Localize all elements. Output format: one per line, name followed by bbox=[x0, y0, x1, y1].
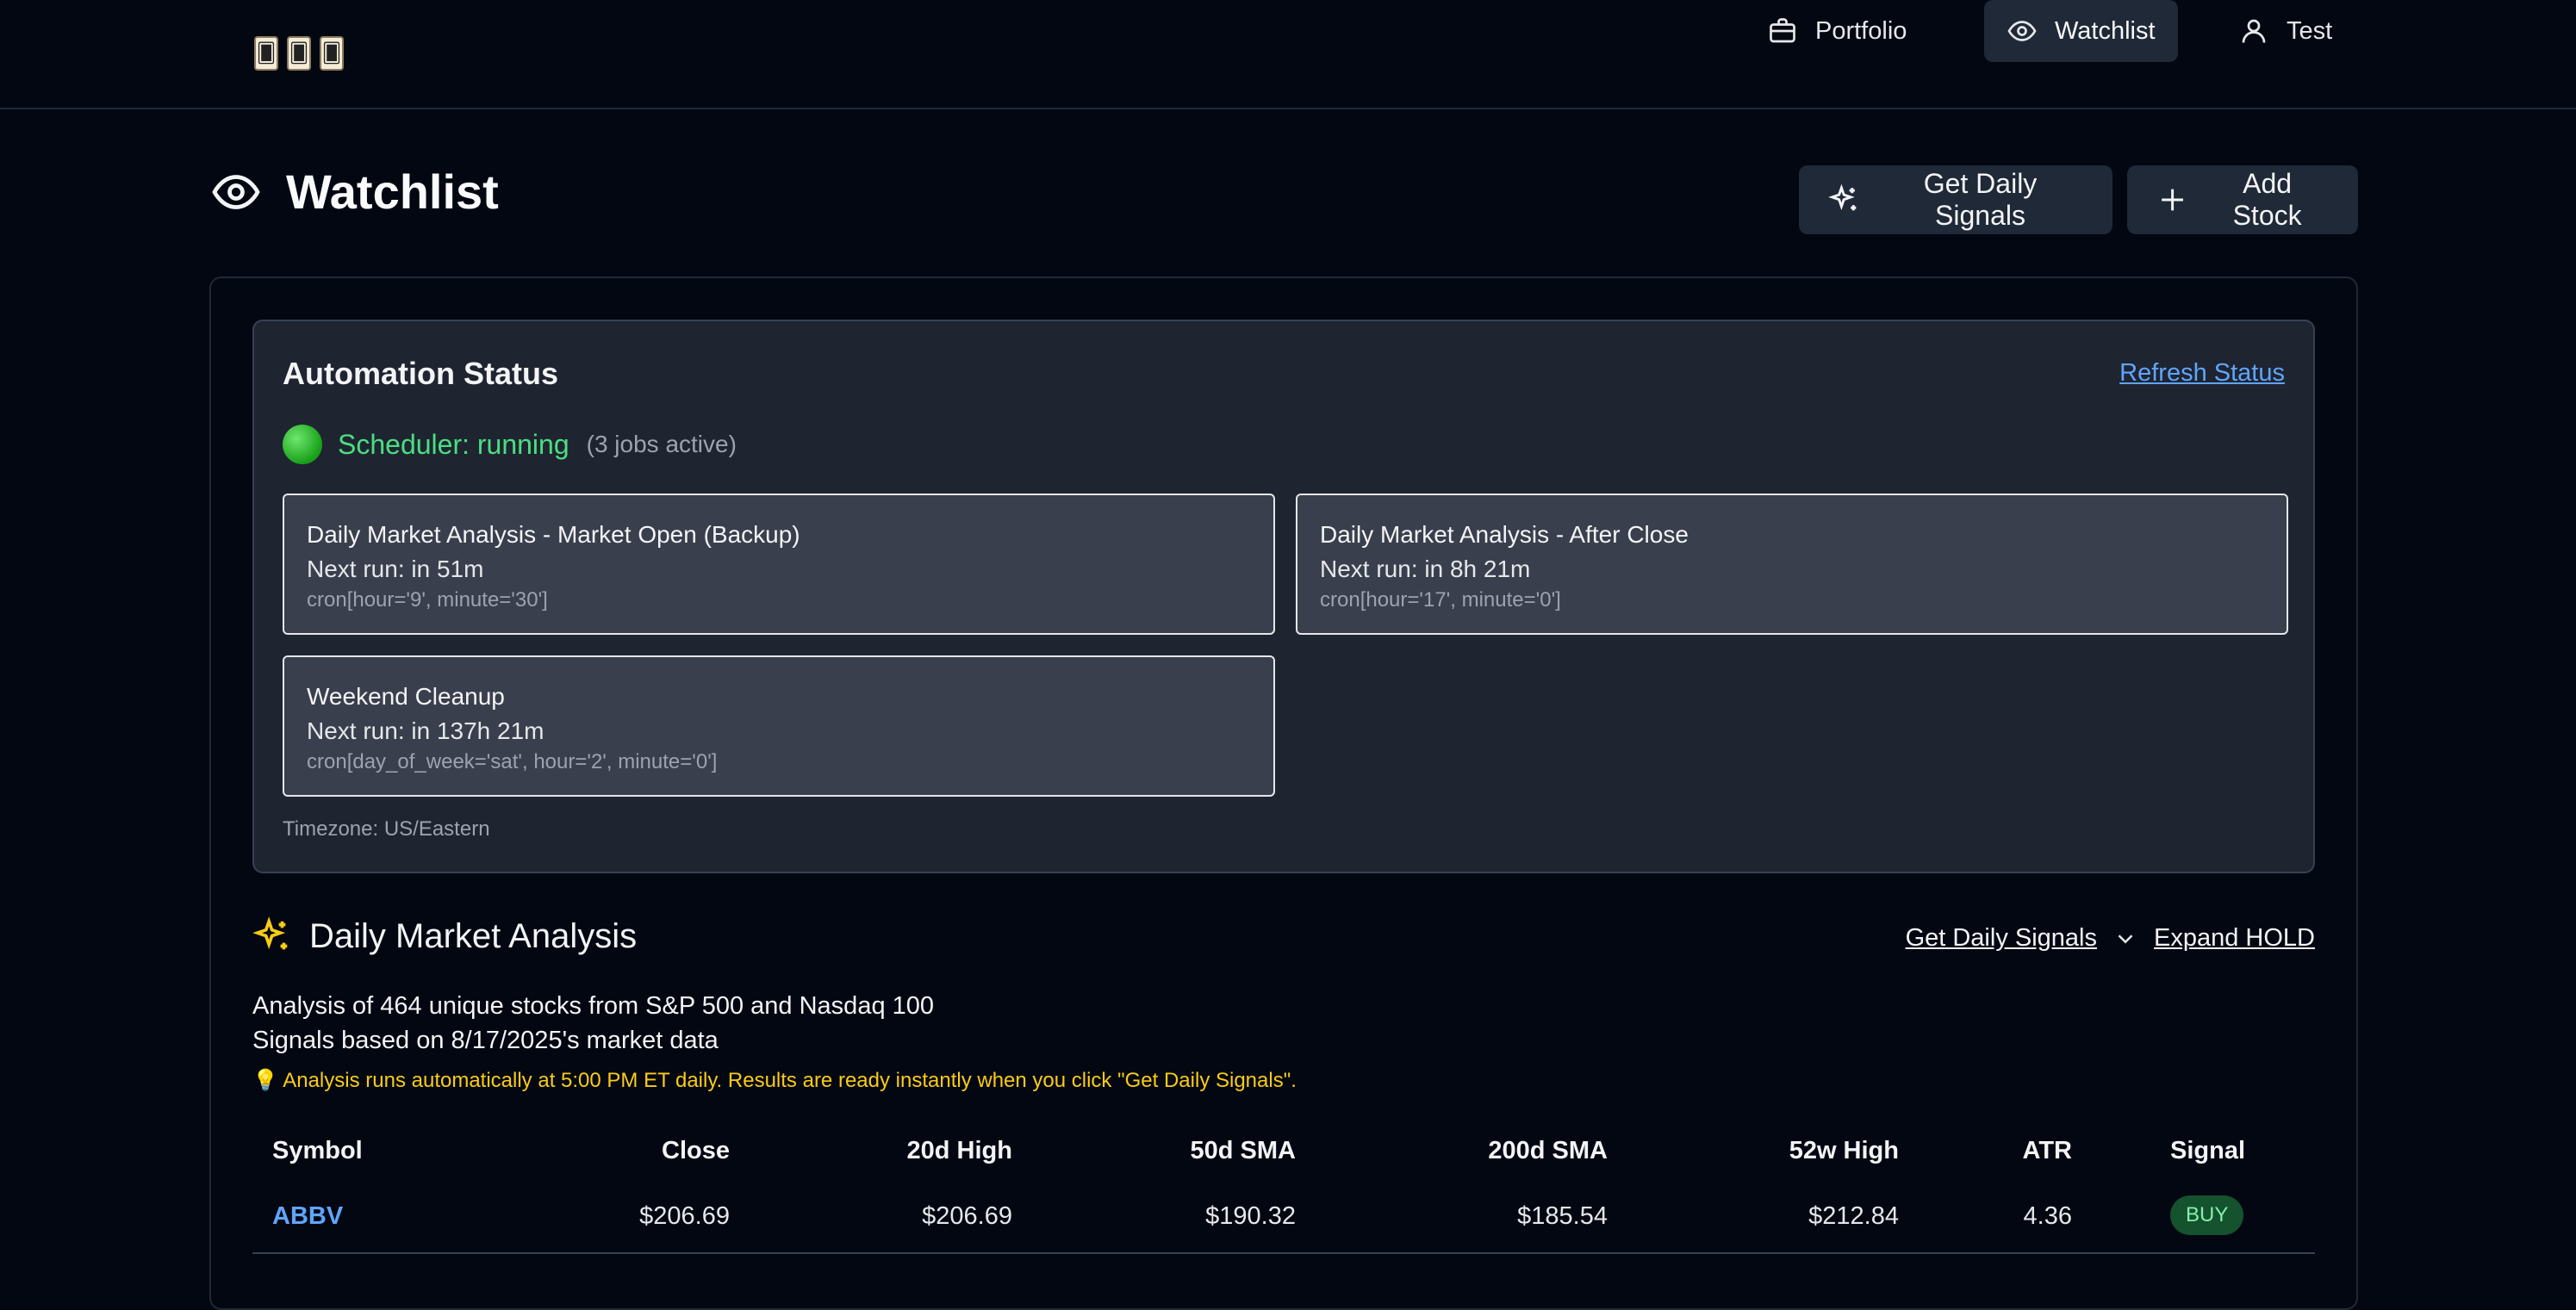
automation-status-panel: Automation Status Refresh Status Schedul… bbox=[252, 320, 2315, 873]
scheduler-status: Scheduler: running (3 jobs active) bbox=[283, 425, 737, 464]
cell-52w-high: $212.84 bbox=[1808, 1202, 1899, 1230]
scheduler-status-text: Scheduler: running bbox=[338, 428, 569, 460]
column-header-200d-sma[interactable]: 200d SMA bbox=[1488, 1137, 1608, 1165]
job-next-run: Next run: in 8h 21m bbox=[1320, 556, 1531, 582]
job-next-run: Next run: in 137h 21m bbox=[307, 717, 544, 744]
sparkles-icon bbox=[252, 916, 288, 950]
expand-hold-link[interactable]: Expand HOLD bbox=[2154, 924, 2315, 953]
job-cron: cron[hour='17', minute='0'] bbox=[1320, 588, 1561, 612]
jobs-active-count: (3 jobs active) bbox=[586, 431, 737, 457]
job-name: Daily Market Analysis - Market Open (Bac… bbox=[307, 521, 800, 548]
logo-card-icon: 🂠 bbox=[287, 36, 311, 71]
column-header-symbol[interactable]: Symbol bbox=[272, 1137, 363, 1165]
cell-20d-high: $206.69 bbox=[922, 1202, 1012, 1230]
button-label: Add Stock bbox=[2232, 168, 2302, 231]
analysis-signals-date: Signals based on 8/17/2025's market data bbox=[252, 1027, 719, 1054]
cell-atr: 4.36 bbox=[2023, 1202, 2072, 1230]
column-header-20d-high[interactable]: 20d High bbox=[907, 1137, 1012, 1165]
job-card: Daily Market Analysis - After Close Next… bbox=[1296, 494, 2288, 635]
job-card: Daily Market Analysis - Market Open (Bac… bbox=[283, 494, 1275, 635]
automation-status-title: Automation Status bbox=[283, 356, 558, 391]
top-navigation-bar: 🂠 🂠 🂠 Portfolio Watchlist Test bbox=[0, 0, 2576, 109]
user-icon bbox=[2242, 19, 2266, 43]
nav-item-label: Watchlist bbox=[2055, 16, 2156, 45]
get-daily-signals-link[interactable]: Get Daily Signals bbox=[1906, 924, 2097, 953]
daily-analysis-title: Daily Market Analysis bbox=[309, 916, 638, 955]
row-divider bbox=[252, 1252, 2315, 1254]
column-header-50d-sma[interactable]: 50d SMA bbox=[1191, 1137, 1296, 1165]
job-card: Weekend Cleanup Next run: in 137h 21m cr… bbox=[283, 655, 1275, 797]
briefcase-icon bbox=[1770, 18, 1795, 43]
daily-analysis-actions: Get Daily Signals Expand HOLD bbox=[1906, 924, 2315, 953]
analysis-summary: Analysis of 464 unique stocks from S&P 5… bbox=[252, 992, 935, 1020]
column-header-atr[interactable]: ATR bbox=[2023, 1137, 2072, 1165]
logo-card-icon: 🂠 bbox=[320, 36, 344, 71]
column-header-52w-high[interactable]: 52w High bbox=[1789, 1137, 1899, 1165]
job-cron: cron[hour='9', minute='30'] bbox=[307, 588, 548, 612]
nav-item-watchlist[interactable]: Watchlist bbox=[1984, 0, 2178, 62]
daily-analysis-header: Daily Market Analysis bbox=[252, 916, 637, 956]
nav-item-label: Portfolio bbox=[1815, 16, 1907, 45]
column-header-close[interactable]: Close bbox=[662, 1137, 730, 1165]
eye-icon bbox=[2007, 21, 2037, 41]
cell-200d-sma: $185.54 bbox=[1517, 1202, 1608, 1230]
chevron-down-icon[interactable] bbox=[2112, 926, 2138, 952]
job-next-run: Next run: in 51m bbox=[307, 556, 484, 582]
logo-card-icon: 🂠 bbox=[254, 36, 278, 71]
cell-close: $206.69 bbox=[639, 1202, 730, 1230]
page-title: Watchlist bbox=[286, 165, 499, 219]
cell-50d-sma: $190.32 bbox=[1205, 1202, 1296, 1230]
get-daily-signals-button[interactable]: Get Daily Signals bbox=[1799, 165, 2112, 234]
refresh-status-link[interactable]: Refresh Status bbox=[2119, 359, 2285, 388]
job-name: Daily Market Analysis - After Close bbox=[1320, 521, 1689, 548]
plus-icon bbox=[2162, 189, 2184, 211]
button-label: Get Daily Signals bbox=[1923, 168, 2038, 231]
timezone-label: Timezone: US/Eastern bbox=[283, 817, 490, 841]
nav-item-user[interactable]: Test bbox=[2216, 0, 2355, 62]
sparkles-icon bbox=[1828, 183, 1857, 211]
signal-badge: BUY bbox=[2170, 1195, 2244, 1235]
analysis-tip: 💡 Analysis runs automatically at 5:00 PM… bbox=[252, 1069, 1297, 1092]
status-dot-icon bbox=[283, 425, 322, 464]
column-header-signal[interactable]: Signal bbox=[2170, 1137, 2245, 1165]
job-name: Weekend Cleanup bbox=[307, 683, 505, 710]
nav-item-portfolio[interactable]: Portfolio bbox=[1745, 0, 1929, 62]
eye-icon bbox=[212, 174, 260, 209]
app-logo[interactable]: 🂠 🂠 🂠 bbox=[254, 36, 344, 71]
nav-item-label: Test bbox=[2287, 16, 2333, 45]
page-header: Watchlist bbox=[210, 164, 499, 220]
job-cron: cron[day_of_week='sat', hour='2', minute… bbox=[307, 750, 718, 773]
add-stock-button[interactable]: Add Stock bbox=[2127, 165, 2358, 234]
symbol-link[interactable]: ABBV bbox=[272, 1202, 343, 1231]
